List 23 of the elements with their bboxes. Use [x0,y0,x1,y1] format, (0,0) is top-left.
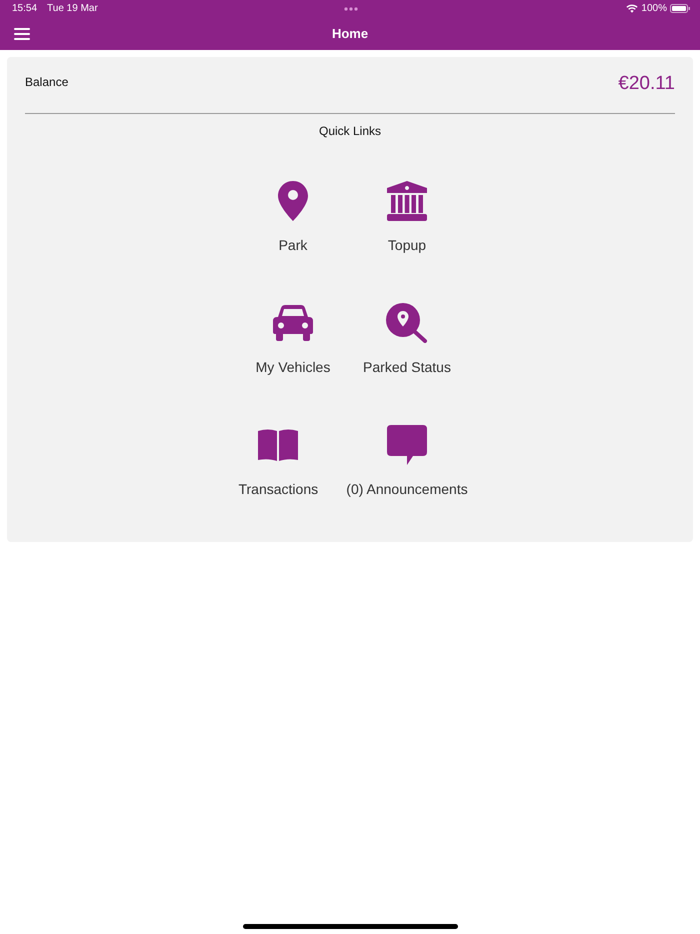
status-date: Tue 19 Mar [47,3,98,14]
quick-link-button[interactable]: Park [243,181,343,254]
quick-link-button[interactable]: Topup [357,181,457,254]
menu-icon[interactable] [14,28,30,40]
battery-icon [670,4,690,13]
battery-percent: 100% [641,3,667,14]
quick-link-button[interactable]: Parked Status [357,303,457,376]
map-pin-icon [278,181,308,221]
balance-label: Balance [25,74,68,90]
quick-link-button[interactable]: (0) Announcements [342,425,472,498]
page-title: Home [332,26,368,41]
more-dots-icon[interactable] [344,6,358,10]
quick-link-button[interactable]: My Vehicles [243,303,343,376]
magnifier-pin-icon [386,303,428,343]
status-time: 15:54 [12,3,38,14]
car-icon [273,305,313,341]
book-icon [258,429,298,461]
speech-bubble-icon [387,425,427,465]
balance-amount: €20.11 [618,72,675,96]
quick-link-button[interactable]: Transactions [228,425,328,498]
wifi-icon [626,4,638,13]
quick-links-heading: Quick Links [318,123,382,139]
bank-icon [387,181,427,221]
